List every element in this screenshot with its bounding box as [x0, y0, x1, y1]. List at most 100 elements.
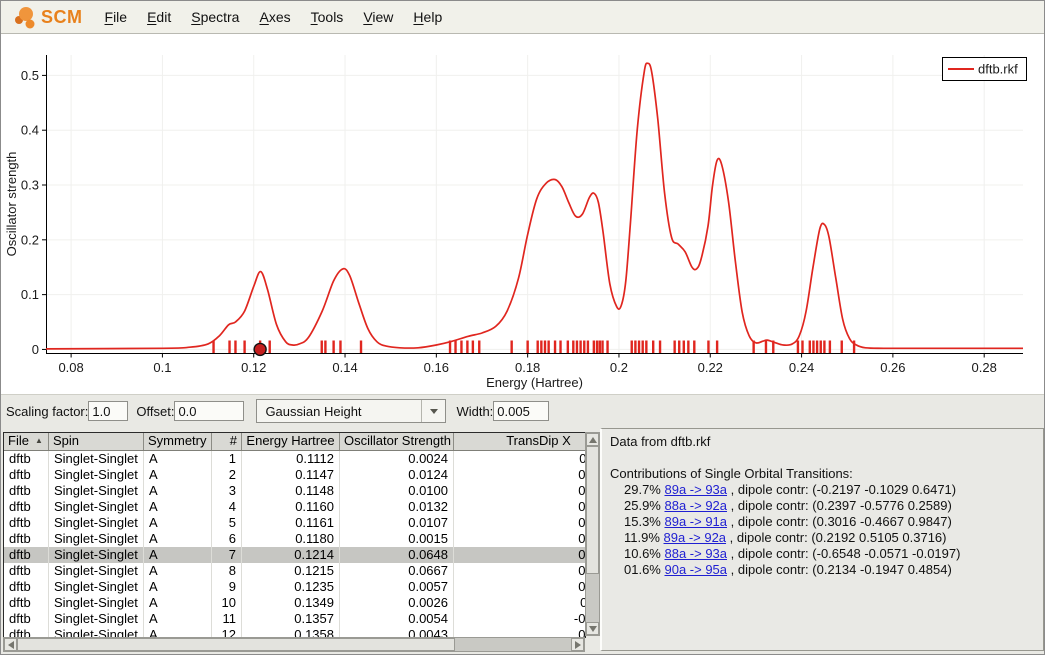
table-cell: dftb: [4, 611, 49, 627]
svg-text:0.1: 0.1: [153, 360, 171, 375]
table-cell: Singlet-Singlet: [49, 563, 144, 579]
menu-view[interactable]: View: [353, 9, 403, 25]
arrow-down-icon: [589, 626, 597, 632]
table-row[interactable]: dftbSinglet-SingletA90.12350.00570.1825: [4, 579, 585, 595]
table-cell: 8: [212, 563, 242, 579]
scaling-factor-input[interactable]: [88, 401, 128, 421]
orbital-transition-link[interactable]: 88a -> 93a: [664, 546, 727, 561]
dipole-contribution: , dipole contr: (-0.2197 -0.1029 0.6471): [727, 482, 956, 497]
table-cell: A: [144, 595, 212, 611]
spectrum-chart[interactable]: 0.080.10.120.140.160.180.20.220.240.260.…: [1, 34, 1044, 394]
menu-help[interactable]: Help: [403, 9, 452, 25]
table-body: dftbSinglet-SingletA10.11120.00240.1143d…: [4, 451, 585, 638]
combobox-dropdown-button[interactable]: [421, 400, 445, 422]
y-axis-label: Oscillator strength: [4, 152, 19, 257]
table-row[interactable]: dftbSinglet-SingletA50.11610.01070.1383: [4, 515, 585, 531]
svg-text:0.12: 0.12: [241, 360, 266, 375]
table-cell: A: [144, 547, 212, 563]
table-horizontal-scrollbar[interactable]: [3, 637, 585, 652]
table-cell: 11: [212, 611, 242, 627]
table-vertical-scrollbar[interactable]: [585, 432, 600, 636]
x-axis-label: Energy (Hartree): [486, 375, 583, 390]
table-cell: 2: [212, 467, 242, 483]
dipole-contribution: , dipole contr: (-0.6548 -0.0571 -0.0197…: [727, 546, 960, 561]
scroll-down-button[interactable]: [586, 622, 599, 635]
table-row[interactable]: dftbSinglet-SingletA80.12150.06670.5820: [4, 563, 585, 579]
arrow-right-icon: [575, 641, 581, 649]
table-cell: 0.1160: [242, 499, 340, 515]
table-row[interactable]: dftbSinglet-SingletA30.11480.01000.2873: [4, 483, 585, 499]
table-row[interactable]: dftbSinglet-SingletA100.13490.00260.1119: [4, 595, 585, 611]
table-cell: 0.1349: [242, 595, 340, 611]
vertical-scroll-thumb[interactable]: [586, 446, 599, 574]
table-cell: 0.1357: [242, 611, 340, 627]
dipole-contribution: , dipole contr: (0.2192 0.5105 0.3716): [726, 530, 946, 545]
table-row[interactable]: dftbSinglet-SingletA60.11800.00150.0995: [4, 531, 585, 547]
table-cell: 0.2873: [454, 483, 586, 499]
table-row[interactable]: dftbSinglet-SingletA10.11120.00240.1143: [4, 451, 585, 467]
menu-spectra[interactable]: Spectra: [181, 9, 249, 25]
table-cell: 0.0057: [340, 579, 454, 595]
table-cell: 0.0100: [340, 483, 454, 499]
spectrum-controls-bar: Scaling factor: Offset: Gaussian Height …: [1, 394, 1044, 427]
broadening-method-combobox[interactable]: Gaussian Height: [256, 399, 446, 423]
orbital-transition-link[interactable]: 90a -> 95a: [664, 562, 727, 577]
application-window: SCM FileEditSpectraAxesToolsViewHelp 0.0…: [0, 0, 1045, 655]
table-cell: 3: [212, 483, 242, 499]
table-cell: Singlet-Singlet: [49, 467, 144, 483]
contribution-line: 25.9% 88a -> 92a , dipole contr: (0.2397…: [610, 498, 1035, 514]
table-cell: 0.1383: [454, 515, 586, 531]
contribution-line: 10.6% 88a -> 93a , dipole contr: (-0.654…: [610, 546, 1035, 562]
svg-text:0.2: 0.2: [610, 360, 628, 375]
table-cell: 0.1214: [242, 547, 340, 563]
table-cell: 0.0054: [340, 611, 454, 627]
scroll-up-button[interactable]: [586, 433, 599, 446]
dipole-contribution: , dipole contr: (0.3016 -0.4667 0.9847): [727, 514, 952, 529]
table-cell: A: [144, 451, 212, 467]
table-row[interactable]: dftbSinglet-SingletA40.11600.01320.2953: [4, 499, 585, 515]
orbital-transition-link[interactable]: 89a -> 92a: [664, 530, 727, 545]
menu-axes[interactable]: Axes: [249, 9, 300, 25]
width-input[interactable]: [493, 401, 549, 421]
table-cell: Singlet-Singlet: [49, 611, 144, 627]
table-cell: Singlet-Singlet: [49, 531, 144, 547]
table-row[interactable]: dftbSinglet-SingletA70.12140.06480.3960: [4, 547, 585, 563]
column-header-oscillator-strength[interactable]: Oscillator Strength: [340, 433, 454, 450]
orbital-transition-link[interactable]: 88a -> 92a: [664, 498, 727, 513]
sort-ascending-icon: ▲: [35, 436, 43, 445]
column-header-energy-hartree[interactable]: Energy Hartree: [242, 433, 340, 450]
column-header--[interactable]: #: [212, 433, 242, 450]
table-cell: Singlet-Singlet: [49, 483, 144, 499]
orbital-transition-link[interactable]: 89a -> 93a: [664, 482, 727, 497]
column-header-spin[interactable]: Spin: [49, 433, 144, 450]
table-cell: 0.2953: [454, 499, 586, 515]
menu-edit[interactable]: Edit: [137, 9, 181, 25]
table-cell: 0.1825: [454, 579, 586, 595]
table-cell: 1: [212, 451, 242, 467]
column-header-symmetry[interactable]: Symmetry: [144, 433, 212, 450]
table-cell: A: [144, 515, 212, 531]
table-cell: 0.0024: [340, 451, 454, 467]
contribution-percent: 15.3%: [624, 514, 664, 529]
scroll-left-button[interactable]: [4, 638, 17, 651]
arrow-up-icon: [589, 437, 597, 443]
svg-text:0.24: 0.24: [789, 360, 814, 375]
menu-tools[interactable]: Tools: [301, 9, 354, 25]
table-cell: 0.0648: [340, 547, 454, 563]
column-header-file[interactable]: File▲: [4, 433, 49, 450]
menu-file[interactable]: File: [95, 9, 138, 25]
table-row[interactable]: dftbSinglet-SingletA20.11470.01240.0266: [4, 467, 585, 483]
table-row[interactable]: dftbSinglet-SingletA110.13570.0054-0.122…: [4, 611, 585, 627]
offset-input[interactable]: [174, 401, 244, 421]
horizontal-scroll-thumb[interactable]: [17, 638, 455, 651]
table-cell: A: [144, 467, 212, 483]
dipole-contribution: , dipole contr: (0.2397 -0.5776 0.2589): [727, 498, 952, 513]
scroll-right-button[interactable]: [571, 638, 584, 651]
table-cell: A: [144, 611, 212, 627]
svg-text:0.2: 0.2: [21, 232, 39, 247]
table-cell: dftb: [4, 579, 49, 595]
orbital-transition-link[interactable]: 89a -> 91a: [664, 514, 727, 529]
svg-text:0.5: 0.5: [21, 68, 39, 83]
column-header-transdip-x[interactable]: TransDip X: [454, 433, 586, 450]
table-cell: 0.1148: [242, 483, 340, 499]
